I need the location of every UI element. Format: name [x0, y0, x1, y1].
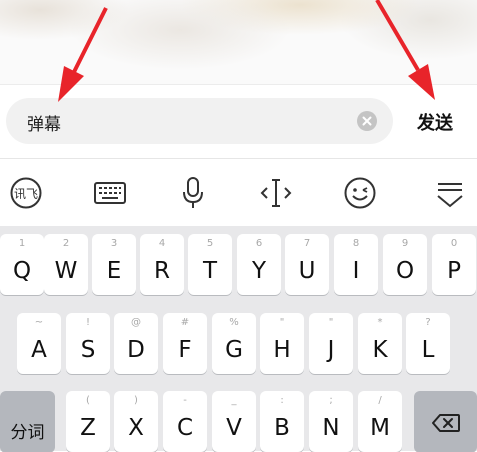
key-hint: *: [377, 317, 383, 328]
hide-keyboard-icon[interactable]: [430, 173, 470, 213]
key-m[interactable]: / M: [358, 391, 402, 452]
cursor-move-icon[interactable]: [256, 173, 296, 213]
key-hint: ;: [329, 395, 333, 406]
key-d[interactable]: @ D: [114, 313, 158, 374]
danmu-input-field[interactable]: 弹幕: [6, 98, 393, 144]
key-letter: Y: [251, 258, 267, 284]
key-hint: 3: [110, 238, 118, 249]
key-letter: W: [54, 258, 78, 284]
key-hint: /: [378, 395, 382, 406]
key-hint: (: [86, 395, 90, 406]
key-letter: R: [154, 258, 170, 284]
key-letter: Z: [80, 415, 96, 441]
key-b[interactable]: :B: [260, 391, 304, 452]
segment-key[interactable]: 分词: [0, 391, 55, 452]
key-letter: H: [273, 337, 291, 363]
keyboard-icon[interactable]: [90, 173, 130, 213]
key-n[interactable]: ; N: [309, 391, 353, 452]
key-hint: 9: [401, 238, 409, 249]
blurred-video-background: [0, 0, 477, 84]
key-hint: ~: [34, 317, 44, 328]
key-f[interactable]: # F: [163, 313, 207, 374]
key-hint: 0: [450, 238, 458, 249]
key-letter: O: [395, 258, 415, 284]
key-j[interactable]: " J: [309, 313, 353, 374]
key-q[interactable]: 1Q: [0, 234, 44, 295]
key-letter: K: [372, 337, 388, 363]
keyboard-toolbar: 讯飞: [0, 158, 477, 227]
key-letter: M: [370, 415, 390, 441]
key-hint: 7: [303, 238, 311, 249]
key-l[interactable]: ? L: [406, 313, 450, 374]
key-hint: 6: [255, 238, 263, 249]
key-x[interactable]: ) X: [114, 391, 158, 452]
key-z[interactable]: (Z: [66, 391, 110, 452]
key-hint: ): [134, 395, 138, 406]
key-p[interactable]: 0P: [432, 234, 476, 295]
backspace-icon: [431, 413, 461, 437]
key-v[interactable]: _ V: [212, 391, 256, 452]
xunfei-voice-input-icon[interactable]: 讯飞: [6, 173, 46, 213]
key-hint: %: [229, 317, 239, 328]
key-k[interactable]: * K: [358, 313, 402, 374]
key-hint: 2: [62, 238, 70, 249]
key-letter: I: [352, 258, 360, 284]
xunfei-label: 讯飞: [14, 187, 38, 201]
key-letter: S: [80, 337, 96, 363]
key-letter: D: [127, 337, 145, 363]
key-a[interactable]: ~ A: [17, 313, 61, 374]
key-letter: L: [421, 337, 435, 363]
clear-input-icon[interactable]: [357, 111, 377, 131]
key-letter: X: [128, 415, 144, 441]
key-hint: ?: [425, 317, 431, 328]
key-letter: F: [178, 337, 192, 363]
key-hint: -: [183, 395, 187, 406]
key-s[interactable]: ! S: [66, 313, 110, 374]
key-letter: Q: [12, 258, 32, 284]
segment-key-label: 分词: [10, 423, 45, 443]
key-hint: @: [131, 317, 141, 328]
key-t[interactable]: 5T: [188, 234, 232, 295]
key-letter: T: [202, 258, 218, 284]
key-y[interactable]: 6Y: [237, 234, 281, 295]
key-hint: 8: [352, 238, 360, 249]
key-letter: B: [274, 415, 290, 441]
key-hint: !: [85, 317, 90, 328]
key-r[interactable]: 4R: [140, 234, 184, 295]
key-hint: ": [328, 317, 334, 328]
key-letter: P: [447, 258, 461, 284]
key-letter: J: [327, 337, 335, 363]
pinyin-keyboard: 1Q 2W 3E 4R 5T 6Y 7U 8I 9O 0P ~ A ! S @ D #…: [0, 226, 477, 452]
key-letter: V: [226, 415, 242, 441]
key-letter: N: [322, 415, 340, 441]
key-hint: ": [279, 317, 285, 328]
key-letter: G: [225, 337, 243, 363]
key-e[interactable]: 3E: [92, 234, 136, 295]
key-c[interactable]: -C: [163, 391, 207, 452]
microphone-icon[interactable]: [173, 173, 213, 213]
send-button[interactable]: 发送: [405, 109, 465, 135]
danmu-input-value: 弹幕: [27, 115, 61, 135]
key-hint: 5: [206, 238, 214, 249]
key-w[interactable]: 2W: [44, 234, 88, 295]
key-g[interactable]: % G: [212, 313, 256, 374]
key-hint: 4: [158, 238, 166, 249]
key-hint: #: [180, 317, 190, 328]
key-i[interactable]: 8I: [334, 234, 378, 295]
key-letter: C: [176, 415, 194, 441]
key-u[interactable]: 7U: [285, 234, 329, 295]
key-hint: 1: [18, 238, 26, 249]
key-letter: U: [298, 258, 316, 284]
key-hint: :: [280, 395, 284, 406]
key-hint: _: [231, 395, 237, 406]
danmu-input-bar: 弹幕 发送: [0, 84, 477, 159]
key-letter: E: [106, 258, 122, 284]
emoji-icon[interactable]: [340, 173, 380, 213]
backspace-key[interactable]: [414, 391, 477, 452]
key-o[interactable]: 9O: [383, 234, 427, 295]
key-h[interactable]: " H: [260, 313, 304, 374]
key-letter: A: [31, 337, 47, 363]
